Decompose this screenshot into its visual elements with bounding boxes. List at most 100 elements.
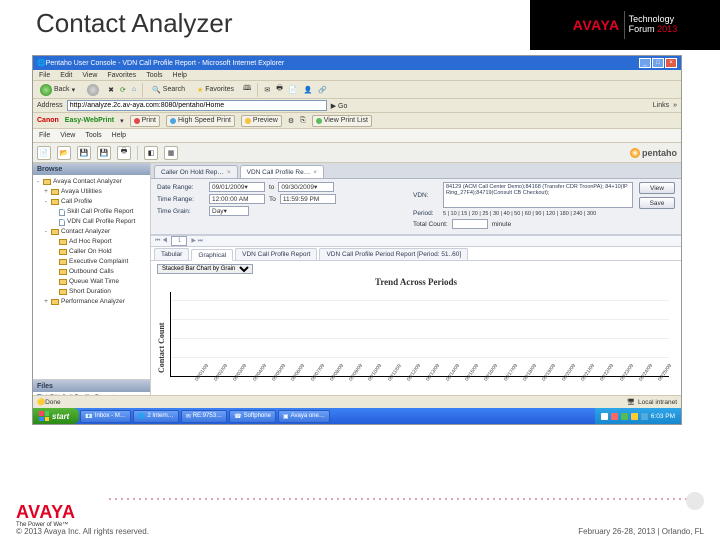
chart-area: Stacked Bar Chart by Grain Trend Across … [151,261,681,409]
tree-row[interactable]: +Performance Analyzer [35,297,148,307]
time-from[interactable]: 12:00:00 AM [209,194,265,204]
ie-window: 🌐 Pentaho User Console - VDN Call Profil… [32,55,682,425]
app-menu-file[interactable]: File [39,132,50,139]
canon-duplex[interactable]: ⎘ [300,117,306,125]
url-input[interactable] [67,100,327,111]
ie-menubar[interactable]: File Edit View Favorites Tools Help [33,70,681,81]
saveas-icon[interactable]: 💾 [97,146,111,160]
mail-icon[interactable]: ✉ [264,86,270,94]
history-icon[interactable]: 🕮 [243,84,251,95]
tree-row[interactable]: -Call Profile [35,197,148,207]
taskbar-item[interactable]: ☎Softphone [229,410,276,423]
edit-icon[interactable]: 📄 [289,86,298,94]
save-button[interactable]: Save [639,197,675,209]
vdn-select[interactable]: 84129 (ACM Call Center Demo);84168 (Tran… [443,182,633,208]
canon-toolbar: Canon Easy-WebPrint ▾ Print High Speed P… [33,113,681,129]
taskbar-item[interactable]: 🌐2 Intern… [133,410,179,423]
close-button[interactable]: × [665,58,677,68]
stop-icon[interactable]: ✖ [108,86,114,94]
minimize-button[interactable]: _ [639,58,651,68]
avaya-logo-text: AVAYA [573,17,620,33]
home-icon[interactable]: ⌂ [132,86,136,93]
toggle-browse-icon[interactable]: ◧ [144,146,158,160]
system-tray[interactable]: 6:03 PM [595,408,681,424]
taskbar-item[interactable]: ▣Avaya one… [278,410,330,423]
canon-highspeed[interactable]: High Speed Print [166,115,235,127]
windows-taskbar[interactable]: start 📧Inbox - M… 🌐2 Intern… ✉RE:9753… ☎… [33,408,681,424]
date-to[interactable]: 09/30/2009 ▾ [278,182,334,192]
tree-row[interactable]: VDN Call Profile Report [35,217,148,227]
pentaho-toolbar: 📄 📂 💾 💾 🖶 ◧ ▦ pentaho [33,143,681,163]
easy-webprint-label: Easy-WebPrint [65,117,114,124]
links-label[interactable]: Links [653,102,669,109]
window-titlebar[interactable]: 🌐 Pentaho User Console - VDN Call Profil… [33,56,681,70]
folder-tree[interactable]: -Avaya Contact Analyzer+Avaya Utilities-… [33,175,150,379]
maximize-button[interactable]: □ [652,58,664,68]
pentaho-menubar[interactable]: File View Tools Help [33,129,681,143]
canon-viewlist[interactable]: View Print List [312,115,372,127]
brand-banner: AVAYA Technology Forum 2013 [530,0,720,50]
menu-help[interactable]: Help [173,72,187,79]
menu-tools[interactable]: Tools [146,72,162,79]
open-icon[interactable]: 📂 [57,146,71,160]
vdn-label: VDN: [413,192,439,199]
taskbar-item[interactable]: 📧Inbox - M… [80,410,131,423]
search-button[interactable]: 🔍Search [149,83,188,97]
date-from[interactable]: 09/01/2009 ▾ [209,182,265,192]
canon-options[interactable]: ⚙ [288,117,294,125]
menu-file[interactable]: File [39,72,50,79]
tree-row[interactable]: Short Duration [35,287,148,297]
tree-row[interactable]: Caller On Hold [35,247,148,257]
tab-vdn[interactable]: VDN Call Profile Re…× [240,165,324,178]
new-icon[interactable]: 📄 [37,146,51,160]
tree-row[interactable]: Ad Hoc Report [35,237,148,247]
zone-icon: 🖥 [627,398,635,406]
clock: 6:03 PM [651,413,675,420]
tab-callerhold[interactable]: Caller On Hold Rep…× [154,165,238,178]
tab-tabular[interactable]: Tabular [154,248,189,260]
app-menu-tools[interactable]: Tools [85,132,101,139]
tree-row[interactable]: Executive Complaint [35,257,148,267]
tree-row[interactable]: -Avaya Contact Analyzer [35,177,148,187]
refresh-icon[interactable]: ⟳ [120,86,126,94]
view-button[interactable]: View [639,182,675,194]
print-icon[interactable]: 🖶 [276,84,283,95]
close-icon[interactable]: × [313,169,317,176]
app-menu-view[interactable]: View [60,132,75,139]
tree-row[interactable]: -Contact Analyzer [35,227,148,237]
menu-favorites[interactable]: Favorites [107,72,136,79]
ie-statusbar: 🟡 Done 🖥Local intranet [33,395,681,408]
params-panel: Date Range: 09/01/2009 ▾ to 09/30/2009 ▾… [151,179,681,235]
app-menu-help[interactable]: Help [112,132,126,139]
print-tb-icon[interactable]: 🖶 [117,146,131,160]
forward-button[interactable] [84,83,102,97]
tree-row[interactable]: Outbound Calls [35,267,148,277]
link-icon[interactable]: 🔗 [318,86,327,94]
menu-edit[interactable]: Edit [60,72,72,79]
time-to[interactable]: 11:59:59 PM [280,194,336,204]
date-range-label: Date Range: [157,184,205,191]
chart-type-select[interactable]: Stacked Bar Chart by Grain [157,264,253,274]
close-icon[interactable]: × [227,169,231,176]
back-button[interactable]: Back ▾ [37,83,78,97]
tree-row[interactable]: +Avaya Utilities [35,187,148,197]
save-icon[interactable]: 💾 [77,146,91,160]
start-button[interactable]: start [33,408,79,424]
menu-view[interactable]: View [82,72,97,79]
grain-select[interactable]: Day ▾ [209,206,249,216]
pager-bar[interactable]: ⏮ ◀ 1 ▶ ⏭ [151,235,681,247]
tree-row[interactable]: Skill Call Profile Report [35,207,148,217]
messenger-icon[interactable]: 👤 [304,86,313,94]
zone-text: Local intranet [638,399,677,406]
canon-preview[interactable]: Preview [241,115,282,127]
tab-period[interactable]: VDN Call Profile Period Report [Period: … [319,248,468,260]
workspace-icon[interactable]: ▦ [164,146,178,160]
favorites-button[interactable]: ★Favorites [194,83,237,97]
time-grain-label: Time Grain: [157,208,205,215]
go-button[interactable]: ▶ Go [331,102,348,110]
tab-graphical[interactable]: Graphical [191,249,233,261]
tree-row[interactable]: Queue Wait Time [35,277,148,287]
taskbar-item[interactable]: ✉RE:9753… [181,410,227,423]
tab-profile[interactable]: VDN Call Profile Report [235,248,317,260]
canon-print[interactable]: Print [130,115,160,127]
